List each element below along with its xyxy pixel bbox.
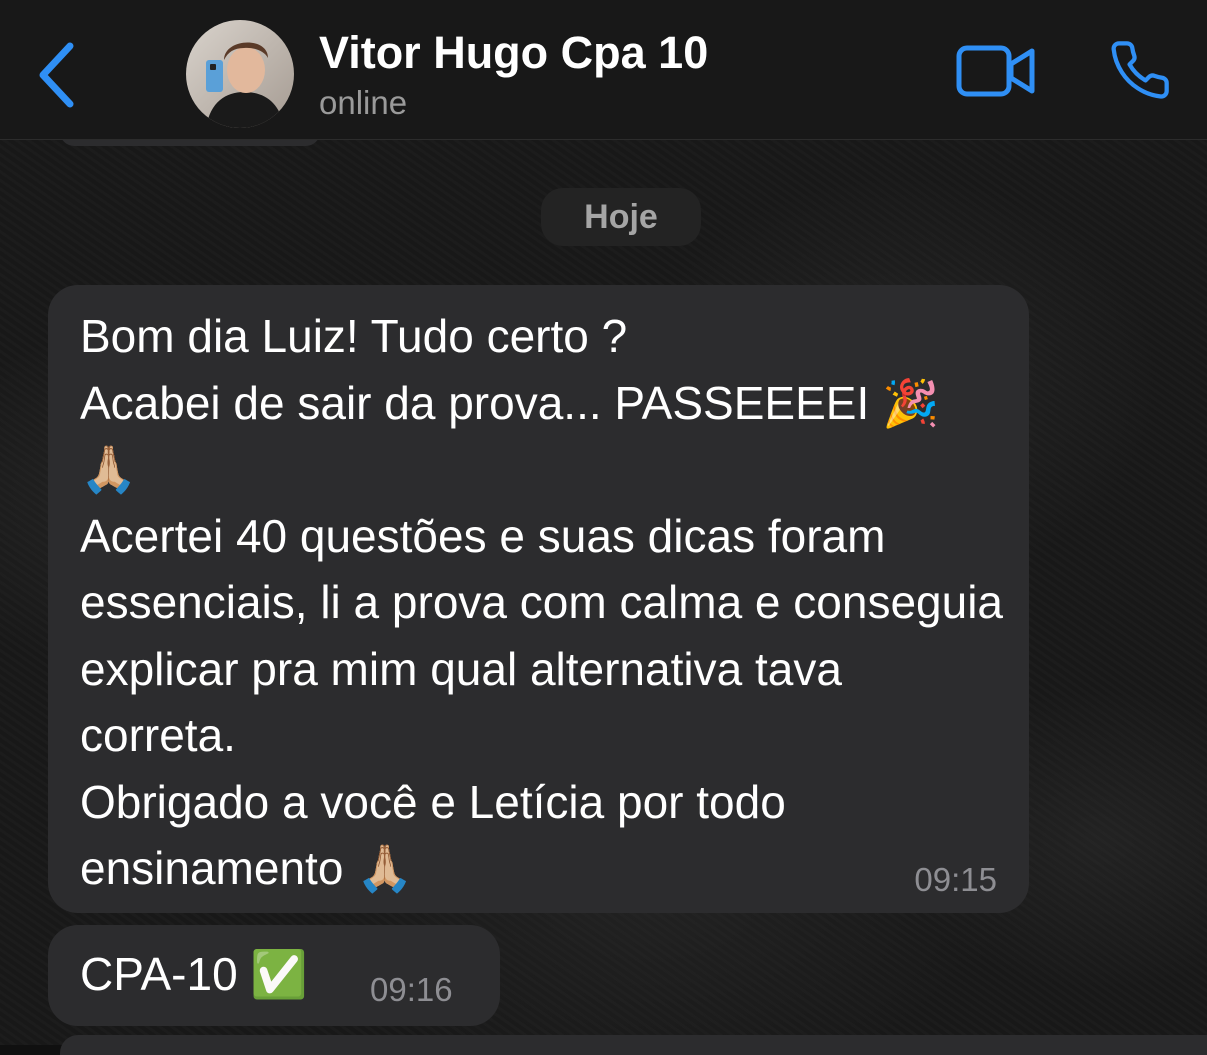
message-text: Bom dia Luiz! Tudo certo ? Acabei de sai… — [80, 310, 1004, 894]
avatar-photo — [186, 20, 294, 128]
message-time: 09:15 — [914, 861, 997, 898]
chat-header: Vitor Hugo Cpa 10 online — [0, 0, 1207, 140]
chevron-left-icon — [39, 42, 74, 108]
video-camera-icon — [956, 45, 1035, 97]
contact-name[interactable]: Vitor Hugo Cpa 10 — [319, 27, 708, 79]
message-text: CPA-10 ✅ — [80, 948, 308, 1000]
next-message-bubble — [60, 1035, 1207, 1055]
video-call-button[interactable] — [955, 42, 1037, 100]
contact-status: online — [319, 84, 408, 121]
voice-call-button[interactable] — [1108, 38, 1172, 102]
phone-icon — [1111, 41, 1169, 99]
date-separator: Hoje — [541, 188, 701, 246]
message-bubble-incoming[interactable]: Bom dia Luiz! Tudo certo ? Acabei de sai… — [48, 285, 1029, 913]
message-bubble-incoming[interactable]: CPA-10 ✅ 09:16 — [48, 925, 500, 1026]
message-time: 09:16 — [370, 971, 453, 1008]
back-button[interactable] — [30, 40, 90, 110]
contact-avatar[interactable] — [186, 20, 294, 128]
